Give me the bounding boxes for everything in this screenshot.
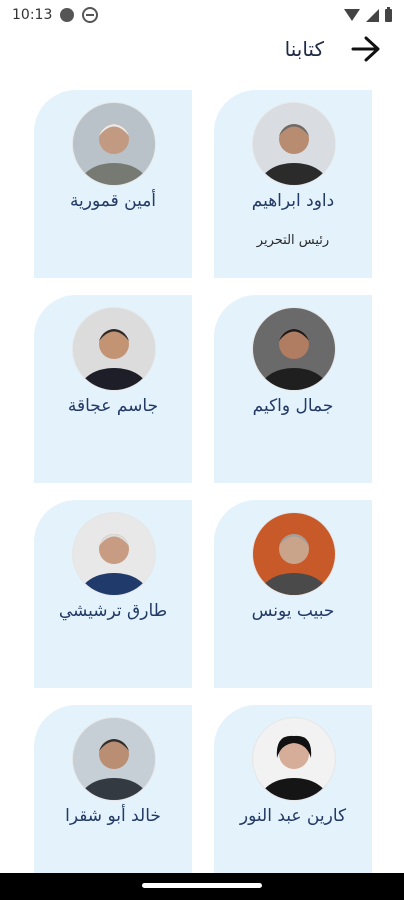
status-time: 10:13 bbox=[12, 7, 53, 23]
writer-card[interactable]: خالد أبو شقرا bbox=[34, 705, 192, 893]
writer-name: حبيب يونس bbox=[251, 601, 335, 621]
writer-card[interactable]: داود ابراهيم رئيس التحرير bbox=[214, 90, 372, 278]
avatar bbox=[72, 307, 156, 391]
avatar bbox=[72, 717, 156, 801]
notification-dot-icon bbox=[60, 8, 75, 22]
writer-name: خالد أبو شقرا bbox=[65, 806, 161, 826]
writer-card[interactable]: جاسم عجاقة bbox=[34, 295, 192, 483]
avatar bbox=[252, 512, 336, 596]
avatar bbox=[252, 102, 336, 186]
writer-role: رئيس التحرير bbox=[256, 233, 330, 248]
avatar bbox=[252, 307, 336, 391]
writer-name: جاسم عجاقة bbox=[67, 396, 159, 416]
status-right bbox=[344, 6, 392, 22]
arrow-right-icon bbox=[351, 36, 380, 62]
writer-card[interactable]: طارق ترشيشي bbox=[34, 500, 192, 688]
app-header: كتابنا bbox=[0, 30, 404, 68]
writer-card[interactable]: حبيب يونس bbox=[214, 500, 372, 688]
back-button[interactable] bbox=[348, 31, 384, 67]
home-indicator[interactable] bbox=[142, 883, 262, 888]
status-left: 10:13 bbox=[12, 7, 99, 23]
wifi-icon bbox=[344, 9, 360, 21]
avatar bbox=[252, 717, 336, 801]
writer-card[interactable]: أمين قمورية bbox=[34, 90, 192, 278]
writer-card[interactable]: كارين عبد النور bbox=[214, 705, 372, 893]
battery-icon bbox=[385, 6, 392, 22]
writer-name: أمين قمورية bbox=[69, 191, 157, 211]
writer-name: جمال واكيم bbox=[252, 396, 334, 416]
page-title: كتابنا bbox=[284, 37, 324, 61]
writer-name: داود ابراهيم bbox=[251, 191, 335, 211]
writer-name: طارق ترشيشي bbox=[58, 601, 168, 621]
writer-name: كارين عبد النور bbox=[239, 806, 347, 826]
avatar bbox=[72, 102, 156, 186]
do-not-disturb-icon bbox=[82, 7, 99, 23]
writer-card[interactable]: جمال واكيم bbox=[214, 295, 372, 483]
status-bar: 10:13 bbox=[0, 0, 404, 30]
navigation-bar bbox=[0, 873, 404, 900]
signal-icon bbox=[366, 8, 379, 22]
avatar bbox=[72, 512, 156, 596]
